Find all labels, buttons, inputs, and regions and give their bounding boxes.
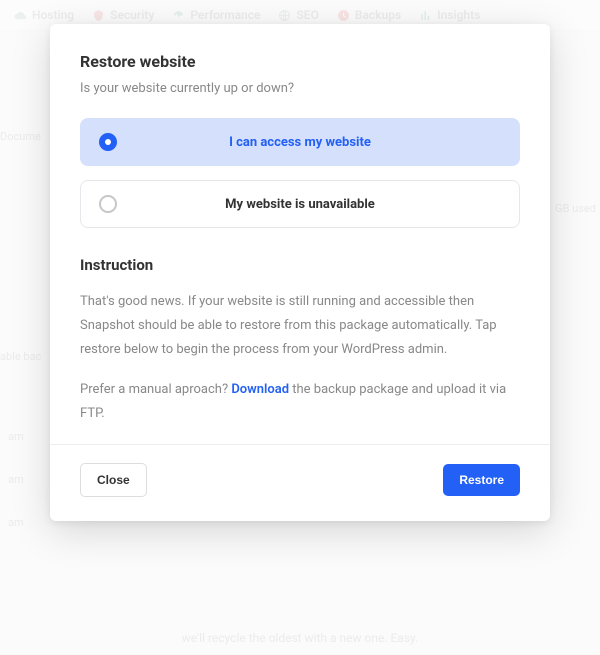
close-button[interactable]: Close [80,463,147,497]
radio-selected-icon [99,133,117,151]
modal-title: Restore website [80,52,520,71]
radio-unselected-icon [99,195,117,213]
option-label: I can access my website [129,135,471,150]
modal-footer: Close Restore [80,463,520,497]
divider [50,444,550,445]
instruction-text: Prefer a manual aproach? [80,382,231,397]
download-link[interactable]: Download [231,382,289,397]
option-website-down[interactable]: My website is unavailable [80,180,520,228]
restore-button[interactable]: Restore [443,464,520,496]
modal-subtitle: Is your website currently up or down? [80,81,520,96]
instruction-heading: Instruction [80,256,520,274]
restore-modal: Restore website Is your website currentl… [50,24,550,521]
option-label: My website is unavailable [129,197,471,212]
option-website-up[interactable]: I can access my website [80,118,520,166]
instruction-paragraph-1: That's good news. If your website is sti… [80,290,520,362]
instruction-paragraph-2: Prefer a manual aproach? Download the ba… [80,378,520,426]
